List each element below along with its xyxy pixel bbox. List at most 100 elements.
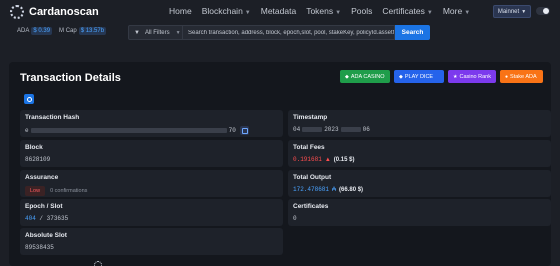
tx-hash-label: Transaction Hash <box>25 114 80 121</box>
timestamp-year: 2023 <box>324 126 339 133</box>
assurance-badge: Low <box>25 186 46 196</box>
chevron-down-icon: ▼ <box>464 10 471 16</box>
coin-icon: ● <box>505 73 509 80</box>
mcap-value: $ 13.57b <box>78 27 107 35</box>
assurance-field: Assurance Low 0 confirmations <box>20 170 283 197</box>
epoch-link[interactable]: 404 <box>25 215 36 222</box>
epoch-slot-label: Epoch / Slot <box>25 203 63 210</box>
absolute-slot-value: 89538435 <box>25 244 54 251</box>
nav-metadata-label: Metadata <box>260 6 297 16</box>
total-fees-label: Total Fees <box>293 144 325 151</box>
cardano-logo-icon <box>10 5 24 19</box>
slot-number: 373635 <box>46 215 69 222</box>
total-output-value: 172.478681 ₳ (66.80 $) <box>293 186 546 193</box>
theme-toggle[interactable] <box>536 7 550 15</box>
absolute-slot-label: Absolute Slot <box>25 232 67 239</box>
promo-label: PLAY DICE <box>404 73 434 80</box>
promo-label: ADA CASINO <box>350 73 385 80</box>
nav-pools[interactable]: Pools <box>351 6 372 16</box>
flame-icon: ▲ <box>324 156 331 163</box>
promo-casino-rank-button[interactable]: ★ Casino Rank <box>448 70 496 83</box>
promo-stake-ada-button[interactable]: ● Stake ADA <box>500 70 543 83</box>
certificates-label: Certificates <box>293 203 329 210</box>
network-selector[interactable]: Mainnet ▼ <box>493 5 531 18</box>
timestamp-value: 04 2023 06 <box>293 126 546 133</box>
chevron-down-icon: ▼ <box>244 10 251 16</box>
redacted-time <box>340 127 361 132</box>
chevron-down-icon: ▼ <box>426 10 433 16</box>
nav-home-label: Home <box>169 6 192 16</box>
brand-logo[interactable]: Cardanoscan <box>10 5 99 19</box>
price-ticker: ADA $ 0.39 M Cap $ 13.57b <box>17 27 113 35</box>
certificates-value: 0 <box>293 215 297 222</box>
nav-metadata[interactable]: Metadata <box>261 6 296 16</box>
total-fees-value: 0.191681 ▲ (0.15 $) <box>293 156 546 163</box>
copy-icon[interactable] <box>239 126 249 135</box>
block-field: Block 8628109 <box>20 140 283 167</box>
cardano-logo-icon <box>94 261 102 266</box>
top-navigation: Cardanoscan Home Blockchain ▼ Metadata To… <box>0 0 560 50</box>
redacted-date <box>302 127 323 132</box>
tx-hash-prefix: e <box>25 127 29 134</box>
promo-ada-casino-button[interactable]: ◆ ADA CASINO <box>340 70 390 83</box>
fees-ada: 0.191681 <box>293 156 322 163</box>
block-label: Block <box>25 144 43 151</box>
ada-price: $ 0.39 <box>31 27 53 35</box>
search-bar: ▼ All Filters ▼ Search <box>128 25 437 40</box>
nav-pools-label: Pools <box>351 6 373 16</box>
nav-tokens-label: Tokens <box>306 6 334 16</box>
promo-label: Stake ADA <box>510 73 537 80</box>
confirmations-count: 0 confirmations <box>50 188 88 194</box>
timestamp-prefix: 04 <box>293 126 301 133</box>
search-input[interactable] <box>183 25 395 40</box>
assurance-label: Assurance <box>25 174 59 181</box>
nav-certificates-label: Certificates <box>382 6 425 16</box>
nav-home[interactable]: Home <box>169 6 192 16</box>
certificates-field: Certificates 0 <box>288 199 551 226</box>
filter-dropdown[interactable]: ▼ All Filters ▼ <box>128 25 183 40</box>
timestamp-label: Timestamp <box>293 114 328 121</box>
dice-icon: ◆ <box>399 73 403 80</box>
dice-icon: ◆ <box>345 73 349 80</box>
info-button[interactable] <box>24 94 34 104</box>
ada-symbol-icon: ₳ <box>332 186 337 193</box>
assurance-value: Low 0 confirmations <box>25 186 278 196</box>
nav-tokens[interactable]: Tokens ▼ <box>306 6 341 16</box>
network-label: Mainnet <box>497 8 520 15</box>
chevron-down-icon: ▼ <box>521 8 527 15</box>
output-usd: (66.80 $) <box>339 186 364 193</box>
nav-blockchain[interactable]: Blockchain ▼ <box>202 6 251 16</box>
redacted-hash <box>30 128 227 133</box>
timestamp-suffix: 06 <box>362 126 370 133</box>
nav-more[interactable]: More ▼ <box>443 6 470 16</box>
chevron-down-icon: ▼ <box>335 10 342 16</box>
promo-buttons: ◆ ADA CASINO ◆ PLAY DICE ★ Casino Rank ● Sta… <box>340 70 543 83</box>
epoch-slot-value: 404 / 373635 <box>25 215 278 222</box>
epoch-slot-field: Epoch / Slot 404 / 373635 <box>20 199 283 226</box>
absolute-slot-field: Absolute Slot 89538435 <box>20 228 283 255</box>
info-icon <box>26 96 32 102</box>
nav-blockchain-label: Blockchain <box>201 6 243 16</box>
promo-label: Casino Rank <box>459 73 491 80</box>
timestamp-field: Timestamp 04 2023 06 <box>288 110 551 137</box>
mcap-label: M Cap <box>59 28 77 34</box>
star-icon: ★ <box>453 73 458 80</box>
nav-certificates[interactable]: Certificates ▼ <box>382 6 432 16</box>
filter-label: All Filters <box>144 29 170 36</box>
total-fees-field: Total Fees 0.191681 ▲ (0.15 $) <box>288 140 551 167</box>
nav-more-label: More <box>442 6 463 16</box>
block-number-link[interactable]: 8628109 <box>25 156 278 163</box>
tx-hash-value: e 70 <box>25 126 278 135</box>
promo-play-dice-button[interactable]: ◆ PLAY DICE <box>394 70 444 83</box>
brand-name: Cardanoscan <box>29 6 99 18</box>
tx-hash-suffix: 70 <box>228 127 236 134</box>
transaction-details-card: Transaction Details ◆ ADA CASINO ◆ PLAY DI… <box>9 62 551 266</box>
total-output-label: Total Output <box>293 174 332 181</box>
fees-usd: (0.15 $) <box>333 156 355 163</box>
page-title: Transaction Details <box>20 72 121 84</box>
search-button[interactable]: Search <box>395 25 430 40</box>
ada-label: ADA <box>17 28 30 34</box>
epoch-slot-separator: / <box>35 215 47 222</box>
filter-icon: ▼ <box>134 29 140 36</box>
tx-hash-field: Transaction Hash e 70 <box>20 110 283 137</box>
